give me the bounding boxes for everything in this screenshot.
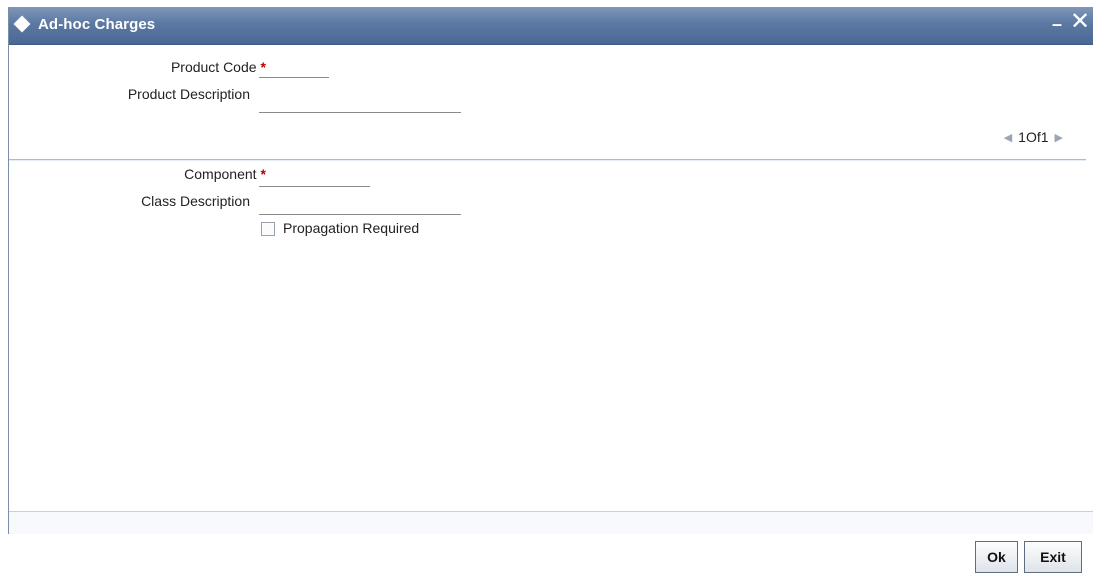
next-page-icon[interactable]: ▶ — [1055, 131, 1063, 144]
product-code-label: Product Code * — [170, 59, 266, 75]
product-code-input[interactable] — [259, 59, 329, 78]
product-header-panel: Product Code * Product Description — [9, 45, 1093, 159]
title-bar[interactable]: Ad-hoc Charges – ✕ — [9, 7, 1093, 45]
page-indicator: 1Of1 — [1018, 129, 1049, 145]
exit-button[interactable]: Exit — [1024, 541, 1082, 573]
propagation-required-label: Propagation Required — [283, 220, 420, 236]
footer-bar — [9, 511, 1093, 534]
minimize-button[interactable]: – — [1050, 15, 1064, 33]
class-description-label: Class Description — [141, 193, 250, 209]
product-description-input[interactable] — [259, 94, 461, 113]
component-input[interactable] — [259, 168, 370, 187]
section-divider — [9, 159, 1086, 161]
product-description-label: Product Description — [127, 86, 250, 102]
propagation-required-checkbox[interactable] — [261, 222, 275, 236]
close-button[interactable]: ✕ — [1070, 9, 1090, 35]
ok-button[interactable]: Ok — [975, 541, 1018, 573]
previous-page-icon[interactable]: ◀ — [1004, 131, 1012, 144]
component-label: Component * — [184, 166, 266, 182]
ad-hoc-charges-window: Ad-hoc Charges – ✕ Product Code * Product… — [8, 7, 1093, 534]
window-title: Ad-hoc Charges — [38, 16, 156, 33]
class-description-input[interactable] — [259, 196, 461, 215]
pagination: ◀ 1Of1 ▶ — [1004, 128, 1063, 146]
diamond-icon — [13, 15, 31, 33]
